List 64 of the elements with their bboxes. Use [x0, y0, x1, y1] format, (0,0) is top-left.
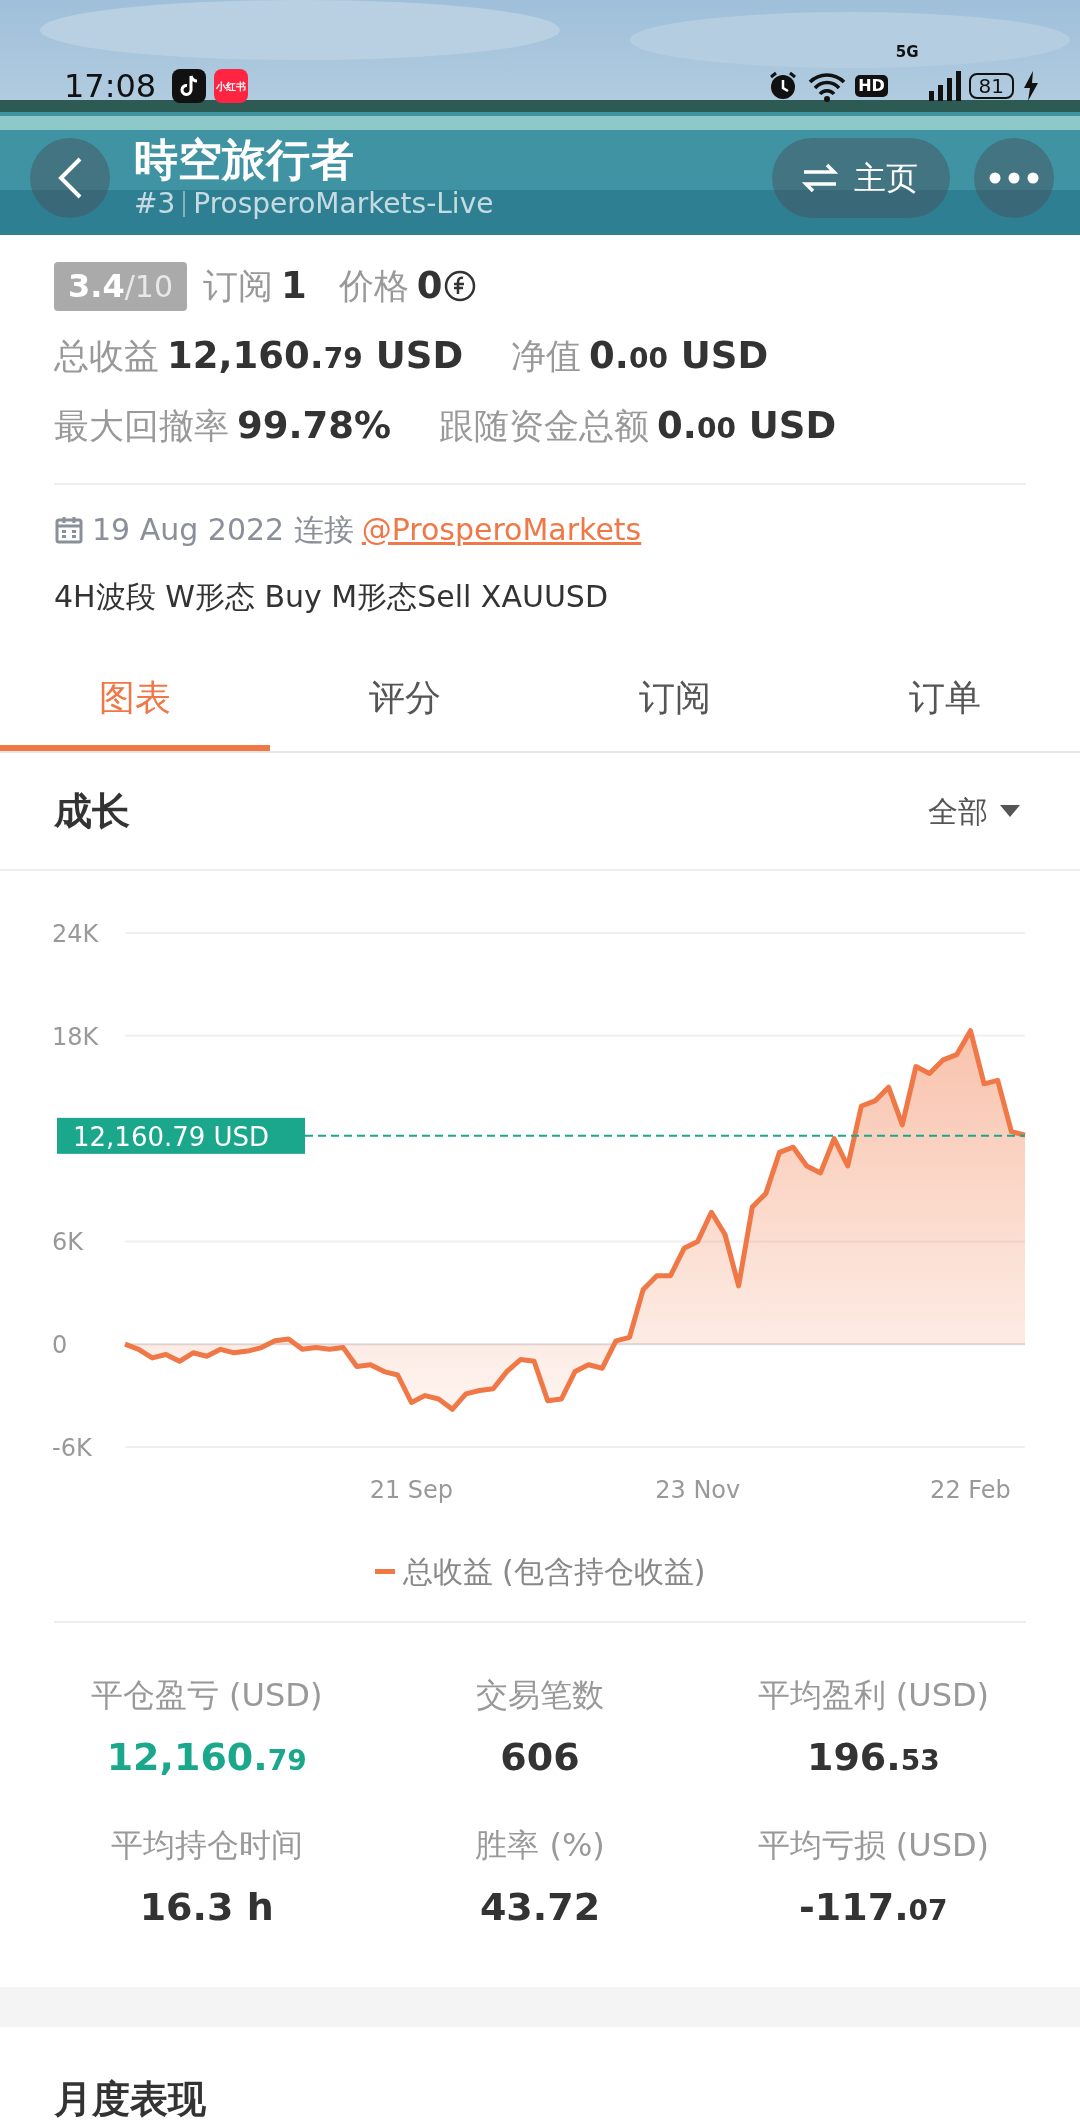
axis-label: 6K [52, 1228, 83, 1257]
value-label: 12,160.79 USD [57, 1117, 305, 1154]
metric-value: 99.78% [237, 403, 392, 450]
stat-label: 平仓盈亏 (USD) [90, 1674, 323, 1716]
section-title: 月度表现 [53, 2076, 207, 2120]
caret-icon [1000, 805, 1020, 817]
axis-label: -6K [52, 1434, 92, 1462]
rank-text: #3 [134, 186, 176, 222]
home-button[interactable]: 主页 [772, 138, 950, 218]
legend-label: 总收益 (包含持仓收益) [402, 1552, 706, 1591]
price-value: 0 [416, 263, 443, 310]
rating-badge: 3.4/10 [54, 261, 187, 311]
axis-label: 0 [52, 1331, 68, 1360]
metric-value: 0.00 USD [657, 403, 837, 450]
ref-line-label: 12,160.79 USD [73, 1121, 270, 1152]
tab[interactable]: 订单 [810, 651, 1080, 751]
stat-label: 平均盈利 (USD) [757, 1674, 990, 1716]
axis-label: 24K [52, 920, 99, 948]
metric-label: 总收益 [54, 334, 159, 378]
stat-label: 胜率 (%) [475, 1824, 605, 1866]
metric-value: 12,160.79 USD [167, 333, 464, 380]
tab[interactable]: 订阅 [540, 651, 810, 751]
axis-label: 22 Feb [930, 1476, 1011, 1504]
more-icon [989, 172, 1039, 184]
calendar-icon [54, 514, 84, 545]
stat-value: 12,160.79 [106, 1733, 307, 1781]
stat-value: 43.72 [479, 1883, 601, 1931]
stat-label: 平均亏损 (USD) [757, 1824, 990, 1866]
stat-label: 交易笔数 [476, 1674, 604, 1716]
music-note-icon [172, 69, 207, 103]
stat-value: 16.3 h [139, 1883, 274, 1931]
hd-badge: HD [855, 75, 888, 97]
stat-value: 606 [500, 1733, 580, 1781]
tab[interactable]: 评分 [270, 651, 540, 751]
metric-value: 0.00 USD [589, 333, 769, 380]
subscribe-label: 订阅 [202, 264, 273, 308]
axis-label: 23 Nov [655, 1476, 741, 1504]
metric-label: 跟随资金总额 [439, 404, 650, 448]
back-icon [56, 156, 84, 200]
strategy-description: 4H波段 W形态 Buy M形态Sell XAUUSD [54, 578, 609, 616]
signal-icon [926, 71, 961, 101]
wifi-icon [807, 70, 848, 102]
app-icon: 小红书 [214, 69, 249, 103]
network-label: 5G [895, 44, 919, 60]
section-title: 成长 [54, 787, 130, 835]
metric-label: 净值 [511, 334, 582, 378]
battery-level: 81 [968, 73, 1014, 99]
charging-icon [1022, 71, 1040, 101]
metric-label: 最大回撤率 [54, 404, 229, 448]
connect-date: 19 Aug 2022 连接 [92, 511, 354, 549]
stat-label: 平均持仓时间 [110, 1824, 303, 1866]
filter-dropdown[interactable]: 全部 [922, 787, 1026, 835]
server-name: ProsperoMarkets-Live [193, 186, 494, 222]
time-text: 17:08 [64, 66, 157, 106]
axis-label: 18K [52, 1022, 99, 1051]
profile-title: 時空旅行者 [134, 134, 355, 186]
stat-value: 196.53 [806, 1733, 940, 1781]
subscribe-count: 1 [280, 263, 307, 310]
divider-line [183, 191, 186, 217]
price-label: 价格 [338, 264, 409, 308]
stat-value: -117.07 [799, 1883, 948, 1931]
axis-label: 21 Sep [369, 1476, 454, 1504]
coin-icon [444, 270, 477, 302]
swap-icon [800, 162, 840, 194]
